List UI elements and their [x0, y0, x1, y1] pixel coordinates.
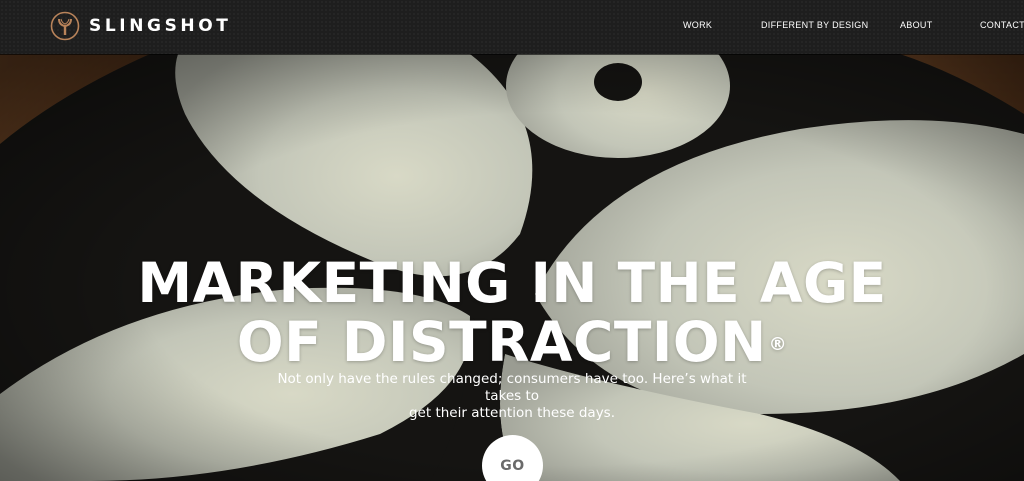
headline-line-2: OF DISTRACTION [236, 310, 767, 374]
logo-link[interactable]: SLINGSHOT [50, 10, 232, 42]
nav-item-different-by-design[interactable]: DIFFERENT BY DESIGN [761, 20, 868, 30]
nav-item-work[interactable]: WORK [683, 20, 712, 30]
nav-item-contact[interactable]: CONTACT [980, 20, 1024, 30]
registered-mark: ® [768, 334, 788, 355]
page: SLINGSHOT WORK DIFFERENT BY DESIGN ABOUT… [0, 0, 1024, 481]
site-header: SLINGSHOT WORK DIFFERENT BY DESIGN ABOUT… [0, 0, 1024, 54]
subtext-line-2: get their attention these days. [408, 405, 616, 421]
hero-section: MARKETING IN THE AGE OF DISTRACTION ® Not… [0, 54, 1024, 481]
nav-item-about[interactable]: ABOUT [900, 20, 933, 30]
subtext-line-1: Not only have the rules changed; consume… [277, 371, 747, 404]
headline-line-1: MARKETING IN THE AGE [137, 251, 887, 315]
logo-wordmark: SLINGSHOT [89, 16, 232, 36]
hero-subtext: Not only have the rules changed; consume… [262, 371, 762, 422]
slingshot-logo-icon [50, 11, 80, 41]
hero-headline: MARKETING IN THE AGE OF DISTRACTION ® [0, 254, 1024, 372]
